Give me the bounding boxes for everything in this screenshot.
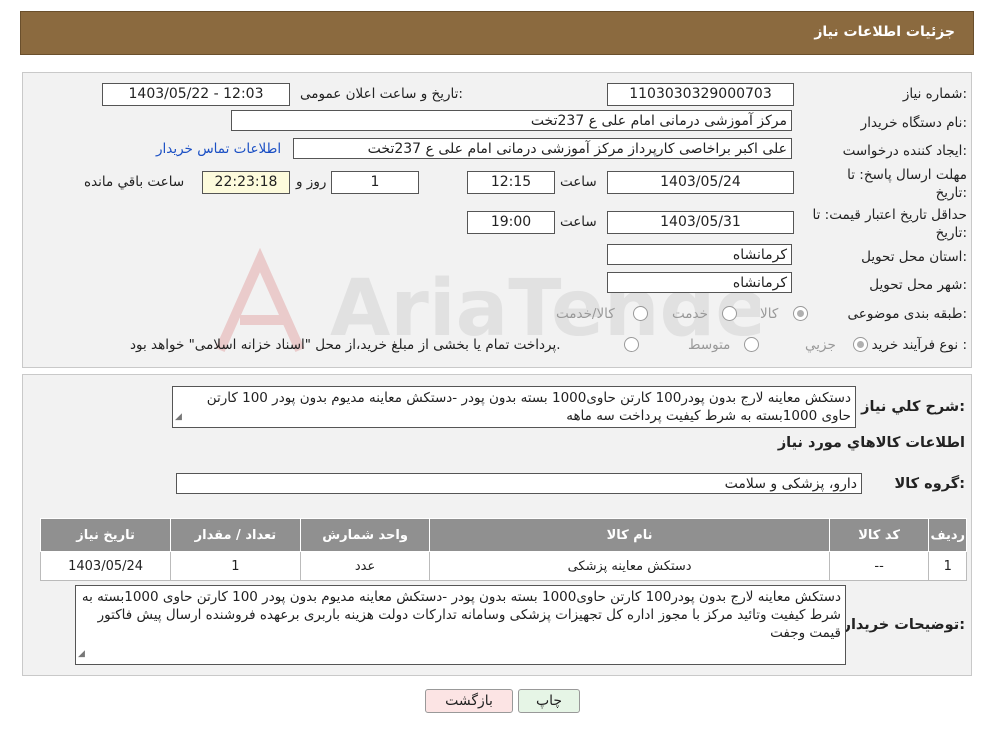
print-button[interactable]: چاپ — [518, 689, 580, 713]
col-unit: واحد شمارش — [299, 518, 431, 552]
category-radio-goods[interactable] — [793, 306, 808, 321]
announce-label: تاریخ و ساعت اعلان عمومی: — [300, 86, 463, 102]
goods-table: ردیف کد کالا نام کالا واحد شمارش تعداد /… — [39, 518, 967, 581]
remaining-time-field: 22:23:18 — [202, 171, 290, 194]
buyer-notes-textarea[interactable]: دستکش معاینه لارج بدون پودر100 کارتن حاو… — [75, 585, 846, 665]
category-option-both: کالا/خدمت — [556, 306, 615, 322]
col-name: نام کالا — [429, 518, 830, 552]
summary-textarea[interactable]: دستکش معاینه لارج بدون پودر100 کارتن حاو… — [172, 386, 856, 428]
process-radio-medium[interactable] — [744, 337, 759, 352]
col-row: ردیف — [928, 518, 967, 552]
buyer-notes-text: دستکش معاینه لارج بدون پودر100 کارتن حاو… — [81, 589, 841, 641]
deadline-label: مهلت ارسال پاسخ: تا تاریخ: — [847, 167, 967, 201]
goods-section-title: اطلاعات كالاهاي مورد نياز — [777, 435, 965, 451]
cell-name: دستکش معاینه پزشکی — [429, 551, 830, 581]
cell-unit: عدد — [299, 551, 431, 581]
page-header: جزئیات اطلاعات نیاز — [20, 11, 974, 55]
page-title: جزئیات اطلاعات نیاز — [814, 24, 955, 40]
category-option-goods: کالا — [760, 306, 779, 322]
buyer-org-field: مرکز آموزشی درمانی امام علی ع 237تخت — [231, 110, 792, 131]
deadline-time-field: 12:15 — [467, 171, 555, 194]
cell-quantity: 1 — [170, 551, 301, 581]
validity-label: حداقل تاریخ اعتبار قیمت: تا تاریخ: — [812, 207, 967, 241]
days-label: روز و — [296, 174, 327, 190]
category-radio-both[interactable] — [633, 306, 648, 321]
days-field: 1 — [331, 171, 419, 194]
category-radio-service[interactable] — [722, 306, 737, 321]
buyer-contact-link[interactable]: اطلاعات تماس خریدار — [156, 141, 281, 157]
validity-time-field: 19:00 — [467, 211, 555, 234]
creator-label: ایجاد کننده درخواست: — [842, 143, 967, 159]
announce-field: 1403/05/22 - 12:03 — [102, 83, 290, 106]
city-field: کرمانشاه — [607, 272, 792, 293]
category-option-service: خدمت — [672, 306, 708, 322]
remaining-label: ساعت باقي مانده — [84, 174, 185, 190]
need-number-field: 1103030329000703 — [607, 83, 794, 106]
process-radio-minor[interactable] — [853, 337, 868, 352]
treasury-checkbox[interactable] — [624, 337, 639, 352]
cell-need-date: 1403/05/24 — [39, 551, 172, 581]
goods-group-label: گروه كالا: — [894, 476, 965, 492]
process-option-minor: جزیي — [805, 337, 836, 353]
col-need-date: تاریخ نیاز — [39, 518, 172, 552]
deadline-date-field: 1403/05/24 — [607, 171, 794, 194]
resize-handle-icon[interactable]: ◢ — [78, 645, 85, 663]
resize-handle-icon[interactable]: ◢ — [175, 408, 182, 426]
need-number-label: شماره نیاز: — [902, 86, 967, 102]
buyer-notes-label: توضیحات خریدار: — [842, 617, 965, 633]
category-label: طبقه بندی موضوعی: — [847, 306, 967, 322]
validity-time-label: ساعت — [560, 214, 597, 230]
city-label: شهر محل تحویل: — [869, 277, 967, 293]
buyer-org-label: نام دستگاه خریدار: — [860, 115, 967, 131]
summary-label: شرح كلي نياز: — [861, 399, 965, 415]
goods-table-header: ردیف کد کالا نام کالا واحد شمارش تعداد /… — [39, 518, 967, 552]
col-quantity: تعداد / مقدار — [170, 518, 301, 552]
table-row: 1 -- دستکش معاینه پزشکی عدد 1 1403/05/24 — [39, 551, 967, 581]
col-code: کد کالا — [828, 518, 930, 552]
cell-row: 1 — [928, 551, 967, 581]
province-field: کرمانشاه — [607, 244, 792, 265]
process-option-medium: متوسط — [688, 337, 731, 353]
cell-code: -- — [828, 551, 930, 581]
creator-field: علی اکبر براخاصی کارپرداز مرکز آموزشی در… — [293, 138, 792, 159]
goods-group-field: دارو، پزشکی و سلامت — [176, 473, 862, 494]
province-label: استان محل تحویل: — [861, 249, 967, 265]
process-label: نوع فرآیند خرید : — [871, 337, 967, 353]
back-button[interactable]: بازگشت — [425, 689, 513, 713]
validity-date-field: 1403/05/31 — [607, 211, 794, 234]
deadline-time-label: ساعت — [560, 174, 597, 190]
summary-text: دستکش معاینه لارج بدون پودر100 کارتن حاو… — [206, 390, 851, 424]
process-note: پرداخت تمام یا بخشی از مبلغ خرید،از محل … — [130, 337, 561, 353]
